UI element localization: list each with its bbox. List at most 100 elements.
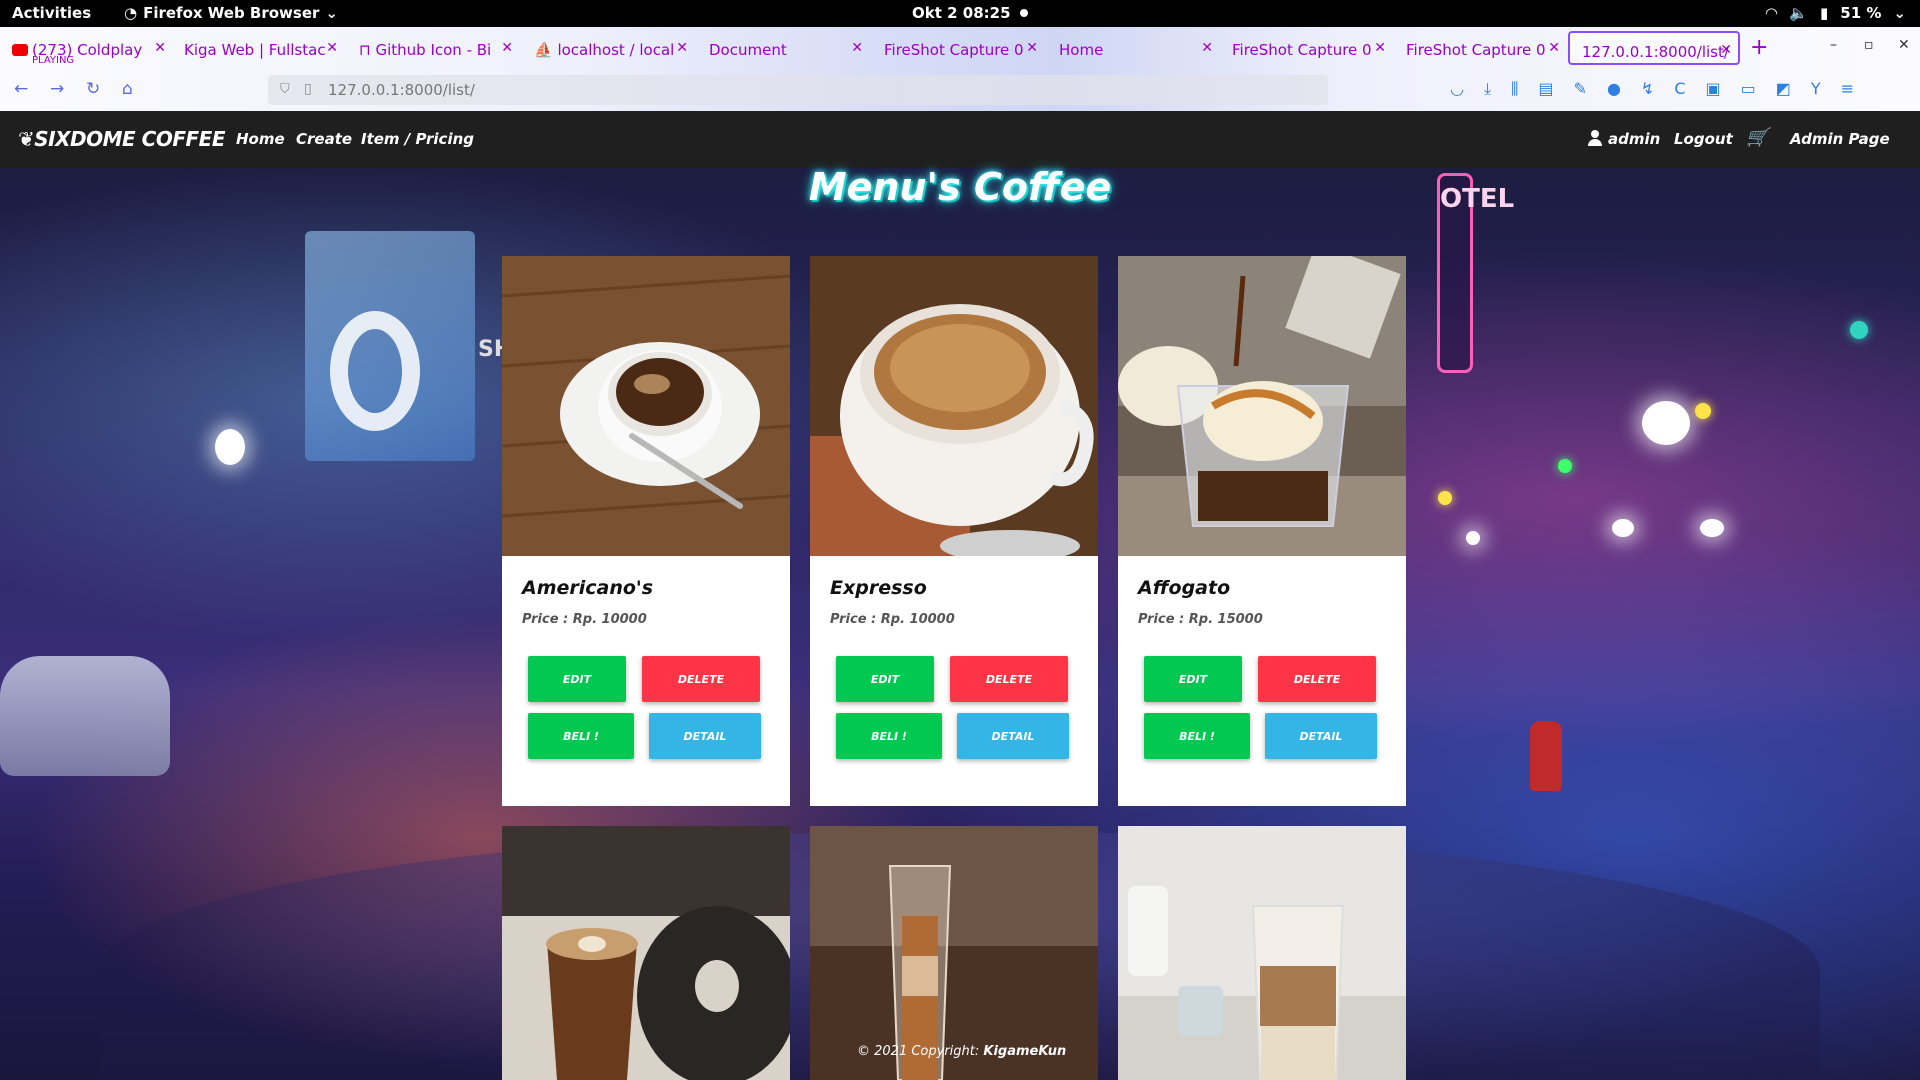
buy-button[interactable]: BELI ! [528, 713, 634, 759]
url-text: 127.0.0.1:8000/list/ [328, 81, 475, 99]
street-lamp [1612, 519, 1634, 537]
fire-hydrant [1530, 721, 1562, 791]
screenshot-icon[interactable]: ◩ [1776, 79, 1791, 99]
edit-button[interactable]: EDIT [528, 656, 626, 702]
nav-user[interactable]: admin [1588, 130, 1660, 148]
page-title: Menu's Coffee [808, 165, 1112, 209]
nav-create-link[interactable]: Create [296, 130, 352, 148]
close-window-icon[interactable]: ✕ [1898, 37, 1910, 53]
close-tab-icon[interactable]: ✕ [676, 40, 688, 56]
close-tab-icon[interactable]: ✕ [1720, 42, 1732, 58]
nav-home-link[interactable]: Home [236, 130, 285, 148]
close-tab-icon[interactable]: ✕ [154, 40, 166, 56]
library-icon[interactable]: ⫼ [1511, 79, 1518, 99]
tab-home[interactable]: Home ✕ [1047, 31, 1219, 65]
tab-youtube[interactable]: (273) Coldplay PLAYING ✕ [0, 31, 172, 65]
menu-card [1118, 826, 1406, 1080]
close-tab-icon[interactable]: ✕ [326, 40, 338, 56]
website: SHOP OTEL ❦SIXDOME COFFEE Home Create It… [0, 111, 1920, 1080]
extension-icon[interactable]: ▣ [1706, 79, 1721, 99]
extension-icon[interactable]: Y [1811, 79, 1821, 99]
detail-button[interactable]: DETAIL [1265, 713, 1377, 759]
copyright-author[interactable]: KigameKun [983, 1044, 1066, 1059]
back-icon[interactable]: ← [14, 79, 28, 99]
street-lamp [1642, 401, 1690, 445]
buy-button[interactable]: BELI ! [1144, 713, 1250, 759]
tab-fireshot-3[interactable]: FireShot Capture 0 ✕ [1394, 31, 1566, 65]
tab-fireshot-2[interactable]: FireShot Capture 0 ✕ [1220, 31, 1392, 65]
buy-button[interactable]: BELI ! [836, 713, 942, 759]
tab-document[interactable]: Document ✕ [697, 31, 869, 65]
battery-icon: ▮ [1820, 4, 1829, 22]
minimize-icon[interactable]: – [1830, 37, 1837, 53]
edit-button[interactable]: EDIT [1144, 656, 1242, 702]
tab-label: Document [709, 41, 787, 59]
sidebar-icon[interactable]: ▤ [1538, 79, 1553, 99]
notification-dot [1020, 9, 1028, 17]
delete-button[interactable]: DELETE [1258, 656, 1376, 702]
close-tab-icon[interactable]: ✕ [1374, 40, 1386, 56]
close-tab-icon[interactable]: ✕ [1548, 40, 1560, 56]
edit-button[interactable]: EDIT [836, 656, 934, 702]
tab-strip: (273) Coldplay PLAYING ✕ Kiga Web | Full… [0, 27, 1920, 69]
extension-icon[interactable]: ↯ [1641, 79, 1654, 99]
string-light [1850, 321, 1868, 339]
clock[interactable]: Okt 2 08:25 [912, 4, 1011, 22]
detail-button[interactable]: DETAIL [957, 713, 1069, 759]
nav-item-pricing-link[interactable]: Item / Pricing [361, 130, 474, 148]
item-name: Americano's [522, 577, 654, 599]
close-tab-icon[interactable]: ✕ [1026, 40, 1038, 56]
close-tab-icon[interactable]: ✕ [1201, 40, 1213, 56]
url-bar[interactable]: ⛉ ▯ 127.0.0.1:8000/list/ [268, 75, 1328, 105]
user-icon [1588, 130, 1602, 146]
tab-kiga-web[interactable]: Kiga Web | Fullstac ✕ [172, 31, 344, 65]
tab-label: FireShot Capture 0 [1406, 41, 1546, 59]
phpmyadmin-icon: ⛵ [534, 41, 558, 59]
detail-button[interactable]: DETAIL [649, 713, 761, 759]
affogato-image [1118, 256, 1406, 556]
app-menu[interactable]: ◔ Firefox Web Browser ⌄ [124, 4, 338, 22]
menu-card [810, 826, 1098, 1080]
close-tab-icon[interactable]: ✕ [851, 40, 863, 56]
pocket-icon[interactable]: ◡ [1450, 79, 1464, 99]
item-price: Price : Rp. 10000 [522, 612, 647, 627]
system-top-bar: Activities ◔ Firefox Web Browser ⌄ Okt 2… [0, 0, 1920, 27]
wifi-icon: ◠ [1765, 4, 1778, 22]
page-icon: ⊓ [359, 41, 376, 59]
copyright-footer: © 2021 Copyright: KigameKun [857, 1044, 1066, 1059]
home-icon[interactable]: ⌂ [122, 79, 133, 99]
menu-card: Expresso Price : Rp. 10000 EDIT DELETE B… [810, 256, 1098, 806]
system-status-area[interactable]: ◠ 🔈 ▮ 51 % ⌄ [1766, 4, 1906, 22]
wrench-icon[interactable]: ✎ [1574, 79, 1587, 99]
tab-localhost[interactable]: ⛵ localhost / local ✕ [522, 31, 694, 65]
tab-label: FireShot Capture 0 [884, 41, 1024, 59]
shop-logo-ring [330, 311, 420, 431]
app-name: Firefox Web Browser [143, 4, 320, 22]
extension-icon[interactable]: C [1674, 79, 1685, 99]
tab-active-list[interactable]: 127.0.0.1:8000/list/ ✕ [1568, 31, 1740, 65]
menu-card: Americano's Price : Rp. 10000 EDIT DELET… [502, 256, 790, 806]
activities-button[interactable]: Activities [12, 4, 91, 22]
reload-icon[interactable]: ↻ [86, 79, 100, 99]
toolbar-icons: ◡ ⤓ ⫼ ▤ ✎ ● ↯ C ▣ ▭ ◩ Y ≡ [1450, 79, 1854, 99]
tab-fireshot-1[interactable]: FireShot Capture 0 ✕ [872, 31, 1044, 65]
forward-icon[interactable]: → [50, 79, 64, 99]
delete-button[interactable]: DELETE [642, 656, 760, 702]
nav-logout-link[interactable]: Logout [1674, 130, 1733, 148]
new-tab-icon[interactable]: + [1750, 35, 1768, 60]
tab-playing-label: PLAYING [32, 55, 75, 65]
close-tab-icon[interactable]: ✕ [501, 40, 513, 56]
menu-icon[interactable]: ≡ [1841, 79, 1854, 99]
brand-logo[interactable]: ❦SIXDOME COFFEE [18, 127, 225, 151]
cart-icon[interactable]: 🛒 [1746, 127, 1768, 148]
save-icon[interactable]: ▭ [1741, 79, 1756, 99]
color-picker-icon[interactable]: ● [1607, 79, 1621, 99]
downloads-icon[interactable]: ⤓ [1484, 79, 1491, 99]
nav-admin-page-link[interactable]: Admin Page [1790, 130, 1890, 148]
tab-label: Kiga Web | Fullstac [184, 41, 326, 59]
restore-icon[interactable]: ▫ [1864, 37, 1874, 53]
site-navbar: ❦SIXDOME COFFEE Home Create Item / Prici… [0, 111, 1920, 168]
delete-button[interactable]: DELETE [950, 656, 1068, 702]
item-price: Price : Rp. 15000 [1138, 612, 1263, 627]
tab-github-icon[interactable]: ⊓ Github Icon - Bi ✕ [347, 31, 519, 65]
